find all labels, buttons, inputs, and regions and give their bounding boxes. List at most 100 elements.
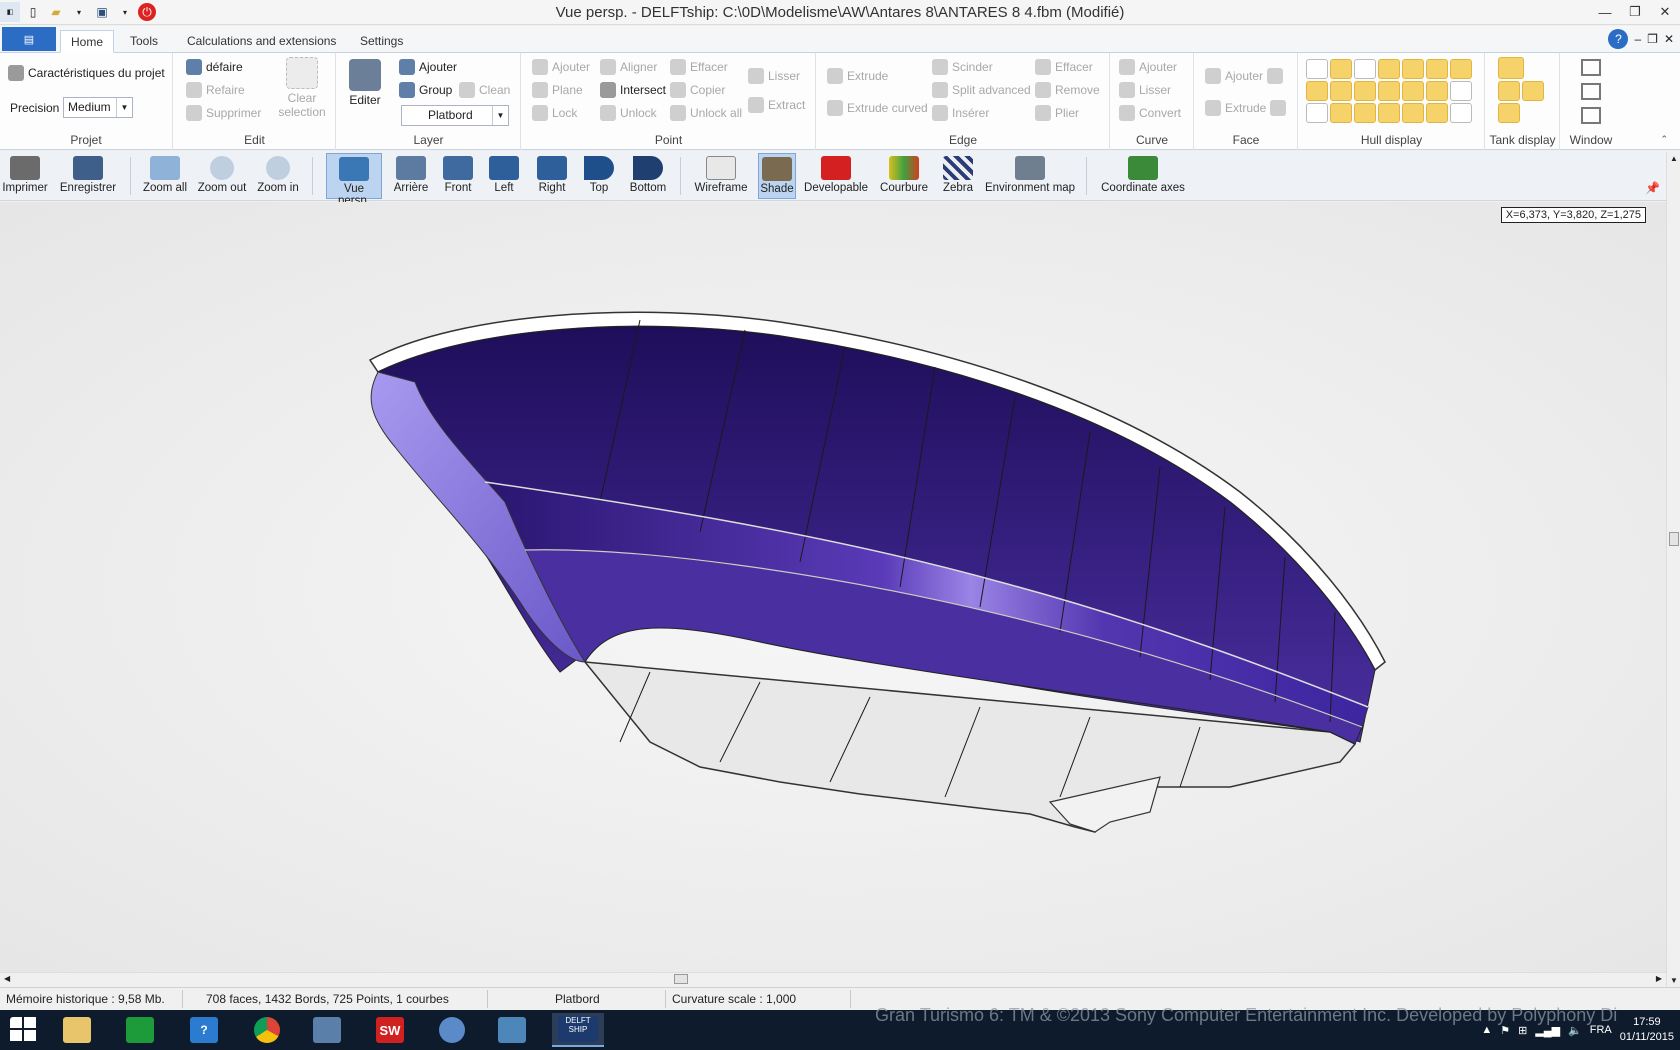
point-align-button[interactable]: Aligner bbox=[600, 59, 657, 75]
edge-extrude-curved-button[interactable]: Extrude curved bbox=[827, 100, 928, 116]
lines-icon[interactable] bbox=[1378, 103, 1400, 123]
curvature-icon[interactable] bbox=[1306, 81, 1328, 101]
face-extrude-button[interactable]: Extrude bbox=[1205, 100, 1287, 116]
layers-display-icon[interactable] bbox=[1426, 103, 1448, 123]
perspective-view-button[interactable]: Vue persp. bbox=[326, 153, 382, 207]
mdi-close-icon[interactable]: ✕ bbox=[1664, 32, 1674, 46]
control-curves-icon[interactable] bbox=[1426, 81, 1448, 101]
coordinate-axes-button[interactable]: Coordinate axes bbox=[1098, 153, 1188, 199]
new-window-icon[interactable] bbox=[1581, 59, 1601, 76]
horizontal-scroll-thumb[interactable] bbox=[674, 974, 688, 984]
clean-layer-button[interactable]: Clean bbox=[459, 82, 510, 98]
curve-convert-button[interactable]: Convert bbox=[1119, 105, 1181, 121]
edge-split-button[interactable]: Scinder bbox=[932, 59, 993, 75]
rear-view-button[interactable]: Arrière bbox=[390, 153, 432, 199]
stations-icon[interactable] bbox=[1378, 59, 1400, 79]
point-copy-button[interactable]: Copier bbox=[670, 82, 725, 98]
tank-display-icon[interactable] bbox=[1522, 81, 1544, 101]
tab-calculations[interactable]: Calculations and extensions bbox=[177, 30, 346, 53]
redo-button[interactable]: Refaire bbox=[186, 82, 245, 98]
hydrostatics-icon[interactable] bbox=[1402, 81, 1424, 101]
zoom-in-button[interactable]: Zoom in bbox=[254, 153, 302, 199]
left-view-button[interactable]: Left bbox=[484, 153, 524, 199]
clear-selection-button[interactable]: Clear selection bbox=[274, 57, 330, 119]
taskbar-explorer[interactable] bbox=[55, 1013, 99, 1047]
buttocks-icon[interactable] bbox=[1402, 59, 1424, 79]
tab-settings[interactable]: Settings bbox=[350, 30, 413, 53]
wireframe-button[interactable]: Wireframe bbox=[690, 153, 752, 199]
curve-add-button[interactable]: Ajouter bbox=[1119, 59, 1177, 75]
interior-edges-icon[interactable] bbox=[1330, 59, 1352, 79]
tile-windows-icon[interactable] bbox=[1581, 83, 1601, 100]
edge-remove-button[interactable]: Remove bbox=[1035, 82, 1100, 98]
taskbar-photos[interactable] bbox=[490, 1013, 534, 1047]
edge-extrude-button[interactable]: Extrude bbox=[827, 68, 888, 84]
zoom-out-button[interactable]: Zoom out bbox=[196, 153, 248, 199]
hull-model[interactable] bbox=[0, 202, 1666, 972]
edit-layer-button[interactable]: Editer bbox=[343, 59, 387, 107]
close-button[interactable]: ✕ bbox=[1650, 0, 1680, 24]
horizontal-scrollbar[interactable]: ◀ ▶ bbox=[0, 972, 1666, 986]
face-add-button[interactable]: Ajouter bbox=[1205, 68, 1284, 84]
background-image-icon[interactable] bbox=[1330, 103, 1352, 123]
zebra-button[interactable]: Zebra bbox=[938, 153, 978, 199]
3d-viewport[interactable]: X=6,373, Y=3,820, Z=1,275 bbox=[0, 202, 1666, 972]
mesh-icon[interactable] bbox=[1450, 103, 1472, 123]
tank-display-icon[interactable] bbox=[1498, 57, 1524, 79]
point-delete-button[interactable]: Effacer bbox=[670, 59, 728, 75]
tank-display-icon[interactable] bbox=[1498, 103, 1520, 123]
start-button[interactable] bbox=[2, 1013, 46, 1047]
grid-fine-icon[interactable] bbox=[1450, 81, 1472, 101]
right-view-button[interactable]: Right bbox=[530, 153, 574, 199]
shade-button[interactable]: Shade bbox=[758, 153, 796, 199]
zoom-all-button[interactable]: Zoom all bbox=[140, 153, 190, 199]
mdi-minimize-icon[interactable]: – bbox=[1634, 32, 1641, 46]
point-extract-button[interactable]: Extract bbox=[748, 97, 805, 113]
normals-icon[interactable] bbox=[1330, 81, 1352, 101]
taskbar-chrome[interactable] bbox=[245, 1013, 289, 1047]
taskbar-drawing-app[interactable] bbox=[305, 1013, 349, 1047]
curve-smooth-button[interactable]: Lisser bbox=[1119, 82, 1171, 98]
precision-select[interactable]: Medium ▼ bbox=[63, 97, 133, 118]
delete-button[interactable]: Supprimer bbox=[186, 105, 261, 121]
tank-display-icon[interactable] bbox=[1498, 81, 1520, 101]
tab-tools[interactable]: Tools bbox=[120, 30, 168, 53]
help-icon[interactable]: ? bbox=[1608, 29, 1629, 49]
mdi-restore-icon[interactable]: ❐ bbox=[1647, 32, 1658, 46]
interior-icon[interactable] bbox=[1354, 103, 1376, 123]
scroll-down-icon[interactable]: ▼ bbox=[1670, 976, 1678, 985]
edge-delete-button[interactable]: Effacer bbox=[1035, 59, 1093, 75]
environment-map-button[interactable]: Environment map bbox=[984, 153, 1076, 199]
flowlines-icon[interactable] bbox=[1378, 81, 1400, 101]
point-smooth-button[interactable]: Lisser bbox=[748, 68, 800, 84]
markers-icon[interactable] bbox=[1354, 81, 1376, 101]
active-layer-select[interactable]: Platbord ▼ bbox=[401, 105, 509, 126]
caracteristiques-button[interactable]: Caractéristiques du projet bbox=[8, 65, 165, 81]
control-net-icon[interactable] bbox=[1306, 59, 1328, 79]
save-button[interactable]: Enregistrer bbox=[54, 153, 122, 199]
minimize-button[interactable]: — bbox=[1590, 0, 1620, 24]
top-view-button[interactable]: Top bbox=[578, 153, 620, 199]
scroll-up-icon[interactable]: ▲ bbox=[1670, 154, 1678, 163]
developable-button[interactable]: Developable bbox=[802, 153, 870, 199]
waterlines-icon[interactable] bbox=[1426, 59, 1448, 79]
point-plane-button[interactable]: Plane bbox=[532, 82, 583, 98]
scroll-left-icon[interactable]: ◀ bbox=[4, 974, 10, 983]
group-layer-button[interactable]: Group bbox=[399, 82, 452, 98]
print-button[interactable]: Imprimer bbox=[2, 153, 48, 199]
tab-home[interactable]: Home bbox=[60, 30, 115, 53]
vertical-scrollbar[interactable]: ▲ ▼ bbox=[1666, 152, 1680, 987]
point-unlock-button[interactable]: Unlock bbox=[600, 105, 657, 121]
edge-crease-button[interactable]: Plier bbox=[1035, 105, 1079, 121]
taskbar-help[interactable]: ? bbox=[182, 1013, 226, 1047]
point-lock-button[interactable]: Lock bbox=[532, 105, 577, 121]
taskbar-browser[interactable] bbox=[430, 1013, 474, 1047]
taskbar-solidworks[interactable]: SW bbox=[368, 1013, 412, 1047]
curvature-button[interactable]: Courbure bbox=[876, 153, 932, 199]
grid-icon[interactable] bbox=[1354, 59, 1376, 79]
edge-insert-button[interactable]: Insérer bbox=[932, 105, 989, 121]
cascade-windows-icon[interactable] bbox=[1581, 107, 1601, 124]
point-add-button[interactable]: Ajouter bbox=[532, 59, 590, 75]
taskbar-store[interactable] bbox=[118, 1013, 162, 1047]
scroll-right-icon[interactable]: ▶ bbox=[1656, 974, 1662, 983]
